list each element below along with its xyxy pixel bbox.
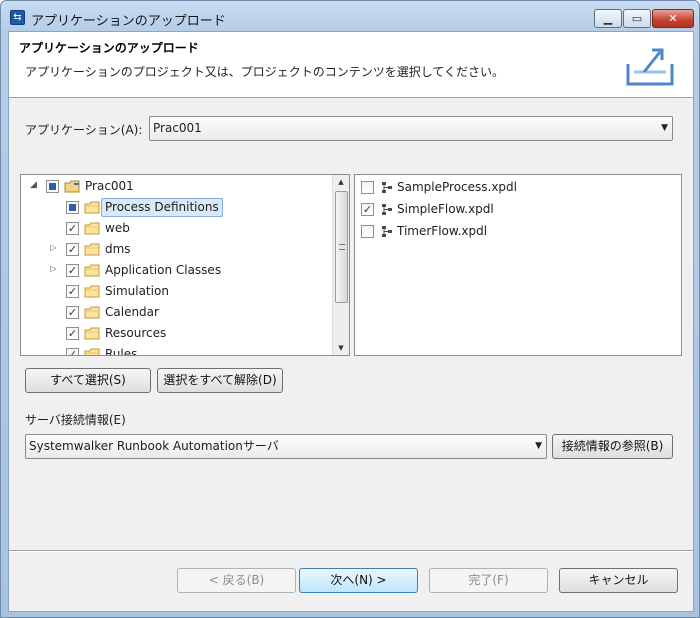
- tree-checkbox[interactable]: [66, 201, 79, 214]
- minimize-button[interactable]: ▁: [594, 9, 622, 28]
- tree-label: Calendar: [105, 305, 159, 319]
- expanded-triangle-icon[interactable]: ◢: [29, 180, 38, 190]
- tree-row[interactable]: ✓ Resources: [21, 323, 333, 344]
- tree-row[interactable]: ▷ ✓ dms: [21, 239, 333, 260]
- tree-vertical-scrollbar[interactable]: ▲ ▼: [332, 175, 349, 355]
- folder-icon: [84, 222, 100, 235]
- file-list-item[interactable]: TimerFlow.xpdl: [355, 221, 675, 242]
- banner-description: アプリケーションのプロジェクト又は、プロジェクトのコンテンツを選択してください。: [25, 65, 505, 79]
- tree-label: dms: [105, 242, 131, 256]
- deselect-all-button[interactable]: 選択をすべて解除(D): [157, 368, 283, 393]
- tree-row[interactable]: ✓ web: [21, 218, 333, 239]
- upload-icon: [626, 48, 674, 86]
- tree-checkbox[interactable]: ✓: [66, 264, 79, 277]
- tree-label: Application Classes: [105, 263, 222, 277]
- tree-row[interactable]: ✓ Simulation: [21, 281, 333, 302]
- collapsed-triangle-icon[interactable]: ▷: [49, 243, 58, 252]
- folder-icon: [84, 285, 100, 298]
- tree-checkbox[interactable]: ✓: [66, 348, 79, 355]
- project-tree[interactable]: ◢ Prac001 Process Definitions ✓ web ▷ ✓ dms ▷ ✓…: [20, 174, 350, 356]
- maximize-button[interactable]: ▭: [623, 9, 651, 28]
- tree-label: Process Definitions: [101, 198, 223, 217]
- process-flow-icon: [382, 204, 392, 215]
- folder-icon: [84, 327, 100, 340]
- file-checkbox[interactable]: [361, 225, 374, 238]
- app-icon: ⇆: [10, 10, 25, 25]
- back-button[interactable]: < 戻る(B): [177, 568, 296, 593]
- file-checkbox[interactable]: [361, 181, 374, 194]
- server-label: サーバ接続情報(E): [25, 413, 126, 427]
- chevron-down-icon[interactable]: ▼: [535, 435, 542, 458]
- tree-label: Resources: [105, 326, 167, 340]
- next-button[interactable]: 次へ(N) >: [299, 568, 418, 593]
- tree-checkbox[interactable]: ✓: [66, 327, 79, 340]
- title-bar[interactable]: ⇆ アプリケーションのアップロード ▁ ▭ ✕: [1, 1, 699, 31]
- scrollbar-thumb[interactable]: [335, 191, 348, 303]
- folder-icon: [84, 243, 100, 256]
- tree-row[interactable]: Process Definitions: [21, 197, 333, 218]
- server-select[interactable]: Systemwalker Runbook Automationサーバ ▼: [25, 434, 547, 459]
- tree-checkbox[interactable]: ✓: [66, 243, 79, 256]
- tree-checkbox[interactable]: ✓: [66, 285, 79, 298]
- tree-row[interactable]: ▷ ✓ Application Classes: [21, 260, 333, 281]
- cancel-button[interactable]: キャンセル: [559, 568, 678, 593]
- banner-title: アプリケーションのアップロード: [19, 41, 199, 55]
- process-flow-icon: [382, 182, 392, 193]
- chevron-down-icon[interactable]: ▼: [661, 117, 668, 140]
- server-select-value: Systemwalker Runbook Automationサーバ: [29, 439, 279, 453]
- scroll-down-icon[interactable]: ▼: [333, 341, 349, 355]
- tree-row[interactable]: ✓ Calendar: [21, 302, 333, 323]
- wizard-banner: アプリケーションのアップロード アプリケーションのプロジェクト又は、プロジェクト…: [9, 32, 693, 98]
- dialog-client-area: アプリケーションのアップロード アプリケーションのプロジェクト又は、プロジェクト…: [8, 31, 694, 612]
- tree-row-root[interactable]: ◢ Prac001: [21, 176, 333, 197]
- tree-checkbox-root[interactable]: [46, 180, 59, 193]
- collapsed-triangle-icon[interactable]: ▷: [49, 264, 58, 273]
- window-title: アプリケーションのアップロード: [31, 14, 226, 29]
- scroll-up-icon[interactable]: ▲: [333, 175, 349, 189]
- tree-label: Rules: [105, 347, 138, 356]
- project-folder-icon: [64, 180, 80, 193]
- application-select-value: Prac001: [153, 121, 202, 135]
- select-all-button[interactable]: すべて選択(S): [25, 368, 151, 393]
- tree-label: web: [105, 221, 130, 235]
- finish-button[interactable]: 完了(F): [429, 568, 548, 593]
- tree-label: Simulation: [105, 284, 169, 298]
- tree-row[interactable]: ✓ Rules: [21, 344, 333, 356]
- file-list[interactable]: SampleProcess.xpdl ✓ SimpleFlow.xpdl TimerF…: [354, 174, 682, 356]
- file-label: SampleProcess.xpdl: [397, 180, 517, 194]
- folder-icon: [84, 264, 100, 277]
- application-select[interactable]: Prac001 ▼: [149, 116, 673, 141]
- folder-icon: [84, 306, 100, 319]
- file-label: TimerFlow.xpdl: [397, 224, 488, 238]
- file-list-item[interactable]: SampleProcess.xpdl: [355, 177, 675, 198]
- tree-checkbox[interactable]: ✓: [66, 306, 79, 319]
- file-label: SimpleFlow.xpdl: [397, 202, 494, 216]
- process-flow-icon: [382, 226, 392, 237]
- file-list-item[interactable]: ✓ SimpleFlow.xpdl: [355, 199, 675, 220]
- tree-checkbox[interactable]: ✓: [66, 222, 79, 235]
- tree-label-root: Prac001: [85, 179, 134, 193]
- dialog-window: ⇆ アプリケーションのアップロード ▁ ▭ ✕ アプリケーションのアップロード …: [0, 0, 700, 618]
- footer-separator: [9, 550, 693, 552]
- folder-icon: [84, 201, 100, 214]
- application-label: アプリケーション(A):: [25, 123, 143, 137]
- folder-icon: [84, 348, 100, 355]
- close-button[interactable]: ✕: [652, 9, 694, 28]
- browse-connection-button[interactable]: 接続情報の参照(B): [552, 434, 673, 459]
- file-checkbox[interactable]: ✓: [361, 203, 374, 216]
